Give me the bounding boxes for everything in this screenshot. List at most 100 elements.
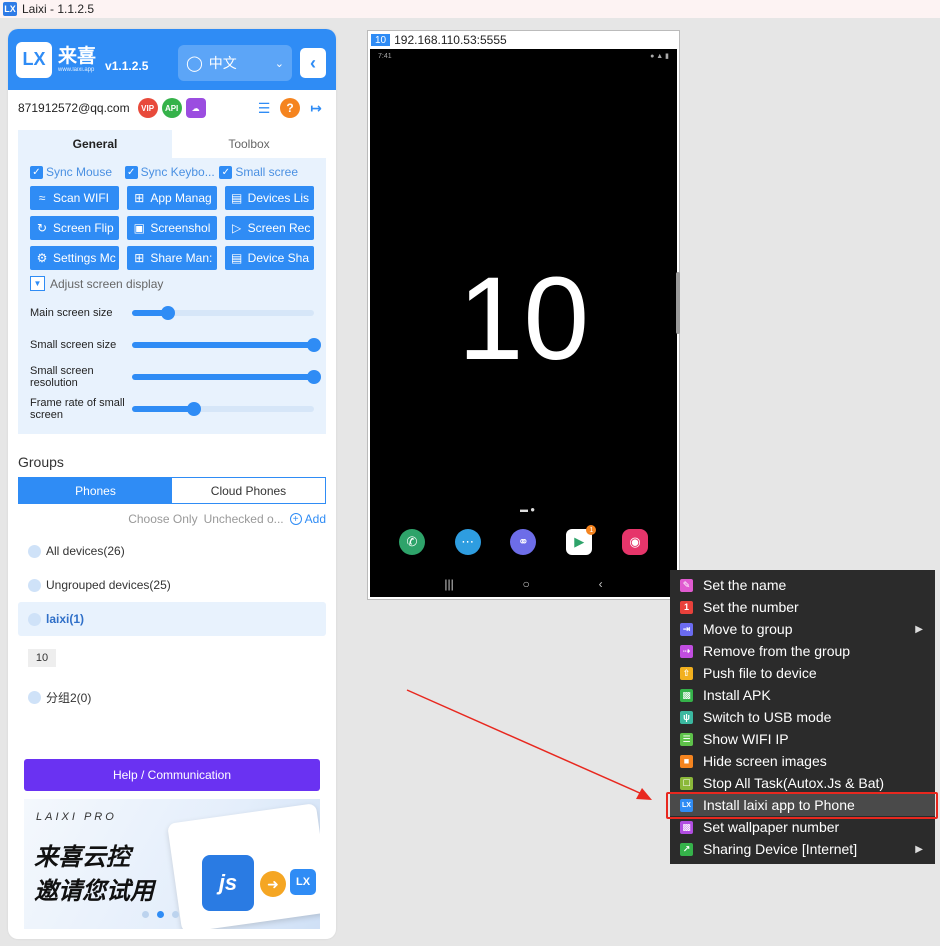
camera-app-icon[interactable]: ◉	[622, 529, 649, 555]
menu-item-label: Install APK	[703, 687, 771, 703]
device-chip[interactable]: 10	[28, 649, 56, 667]
tab-toolbox[interactable]: Toolbox	[172, 130, 326, 158]
carousel-dot[interactable]	[157, 911, 164, 918]
frame-rate-slider[interactable]	[132, 402, 314, 416]
unchecked-link[interactable]: Unchecked o...	[204, 512, 284, 526]
context-menu-item[interactable]: ⇢ Remove from the group	[670, 640, 935, 662]
radio-icon	[28, 544, 41, 558]
messages-app-icon[interactable]: ⋯	[454, 529, 481, 555]
slider-knob[interactable]	[307, 338, 321, 352]
language-select[interactable]: ◯ 中文 ⌄	[178, 45, 292, 81]
context-menu-item[interactable]: ψ Switch to USB mode	[670, 706, 935, 728]
context-menu-item[interactable]: ↗ Sharing Device [Internet] ▶	[670, 838, 935, 860]
screen-record-button[interactable]: ▷ Screen Rec	[224, 216, 314, 240]
sync-mouse-checkbox[interactable]: ✓ Sync Mouse	[30, 164, 125, 180]
logout-icon[interactable]: ↦	[306, 98, 326, 118]
group-item-laixi[interactable]: laixi(1)	[18, 602, 326, 636]
context-menu-item[interactable]: 1 Set the number	[670, 596, 935, 618]
adjust-screen-toggle[interactable]: ▼ Adjust screen display	[30, 276, 314, 291]
vip-badge[interactable]: VIP	[137, 98, 158, 118]
slider-row: Small screen size	[30, 329, 321, 361]
menu-item-icon: 1	[680, 600, 693, 614]
menu-item-icon: ⇥	[680, 622, 693, 636]
context-menu-item[interactable]: ▩ Set wallpaper number	[670, 816, 935, 838]
control-panel: LX 来喜 www.laixi.app v1.1.2.5 ◯ 中文 ⌄ ‹ 87…	[8, 29, 336, 939]
menu-item-icon: ☐	[680, 776, 693, 790]
slider-row: Frame rate of small screen	[30, 393, 314, 425]
context-menu-item[interactable]: ▩ Install APK	[670, 684, 935, 706]
tab-phones[interactable]: Phones	[19, 478, 172, 503]
plus-icon: +	[289, 513, 302, 525]
group-list: All devices(26) Ungrouped devices(25) la…	[18, 534, 326, 714]
language-value: 中文	[208, 55, 237, 71]
carousel-dot[interactable]	[172, 911, 179, 918]
menu-item-icon: ■	[680, 754, 693, 768]
document-icon[interactable]: ☰	[254, 98, 274, 118]
tab-cloud-phones[interactable]: Cloud Phones	[172, 478, 325, 503]
devices-list-button[interactable]: ▤ Devices Lis	[224, 186, 314, 210]
phone-nav-bar: ||| ○ ‹	[370, 577, 677, 591]
add-group-button[interactable]: + Add	[289, 512, 326, 526]
js-icon: js	[202, 855, 254, 911]
account-row: 871912572@qq.com VIP API ☁ ☰ ? ↦	[8, 90, 336, 126]
radio-icon	[28, 612, 41, 626]
settings-button[interactable]: ⚙ Settings Mc	[30, 246, 120, 270]
context-menu-item[interactable]: ☰ Show WIFI IP	[670, 728, 935, 750]
context-menu-item[interactable]: ■ Hide screen images	[670, 750, 935, 772]
main-screen-size-slider[interactable]	[132, 306, 314, 320]
group-item-group2[interactable]: 分组2(0)	[18, 680, 326, 714]
collapse-panel-button[interactable]: ‹	[300, 48, 326, 78]
context-menu-item[interactable]: ✎ Set the name	[670, 574, 935, 596]
slider-group: Main screen size Small screen size Small…	[30, 297, 321, 425]
play-store-icon[interactable]: ▶ 1	[566, 525, 597, 555]
recents-icon[interactable]: |||	[444, 577, 453, 591]
small-screen-resolution-slider[interactable]	[132, 370, 321, 384]
context-menu-item[interactable]: ⇧ Push file to device	[670, 662, 935, 684]
tab-general[interactable]: General	[18, 130, 172, 158]
carousel-dot[interactable]	[142, 911, 149, 918]
menu-item-label: Sharing Device [Internet]	[703, 841, 858, 857]
cloud-icon[interactable]: ☁	[185, 98, 206, 118]
home-icon[interactable]: ○	[523, 577, 530, 591]
notification-badge: 1	[586, 525, 597, 535]
help-communication-button[interactable]: Help / Communication	[24, 759, 320, 791]
promo-banner[interactable]: LAIXI PRO 来喜云控 邀请您试用 js ➜ LX	[24, 799, 320, 929]
browser-app-icon[interactable]: ⚭	[510, 529, 537, 555]
screen-flip-button[interactable]: ↻ Screen Flip	[30, 216, 120, 240]
small-screen-checkbox[interactable]: ✓ Small scree	[219, 164, 314, 180]
menu-item-icon: ✎	[680, 578, 693, 592]
scan-wifi-button[interactable]: ≈ Scan WIFI	[30, 186, 120, 210]
help-icon[interactable]: ?	[280, 98, 300, 118]
share-manager-button[interactable]: ⊞ Share Man:	[127, 246, 217, 270]
groups-heading: Groups	[18, 454, 64, 470]
phone-screen[interactable]: 7:41 ● ▲ ▮ 10 ▬ ● ✆ ⋯ ⚭ ▶ 1 ◉ ||| ○ ‹	[370, 49, 677, 597]
group-item-all[interactable]: All devices(26)	[18, 534, 326, 568]
screenshot-button[interactable]: ▣ Screenshol	[127, 216, 217, 240]
device-share-button[interactable]: ▤ Device Sha	[224, 246, 314, 270]
slider-knob[interactable]	[186, 402, 201, 416]
slider-knob[interactable]	[161, 306, 176, 320]
back-icon[interactable]: ‹	[599, 577, 603, 591]
menu-item-label: Set wallpaper number	[703, 819, 840, 835]
window-title: Laixi - 1.1.2.5	[22, 2, 95, 16]
phone-number-badge: 10	[371, 34, 391, 46]
sync-keyboard-checkbox[interactable]: ✓ Sync Keybo...	[124, 164, 220, 180]
context-menu-item[interactable]: ⇥ Move to group ▶	[670, 618, 935, 640]
choose-only-link[interactable]: Choose Only	[128, 512, 197, 526]
context-menu-item[interactable]: ☐ Stop All Task(Autox.Js & Bat)	[670, 772, 935, 794]
api-badge[interactable]: API	[161, 98, 182, 118]
scrollbar[interactable]	[676, 272, 680, 334]
slider-knob[interactable]	[307, 370, 321, 384]
small-screen-size-slider[interactable]	[132, 338, 321, 352]
promo-line1: 来喜云控	[34, 844, 130, 871]
check-icon: ✓	[219, 165, 233, 179]
phone-header: 10 192.168.110.53:5555	[368, 31, 679, 49]
context-menu-item[interactable]: LX Install laixi app to Phone	[670, 794, 935, 816]
group-item-ungrouped[interactable]: Ungrouped devices(25)	[18, 568, 326, 602]
menu-item-label: Stop All Task(Autox.Js & Bat)	[703, 775, 885, 791]
gear-icon: ⚙	[36, 251, 48, 265]
app-manager-button[interactable]: ⊞ App Manag	[127, 186, 217, 210]
group-filter-row: Choose Only Unchecked o... + Add	[8, 512, 326, 526]
phone-app-icon[interactable]: ✆	[398, 529, 425, 555]
check-icon: ✓	[124, 165, 138, 179]
